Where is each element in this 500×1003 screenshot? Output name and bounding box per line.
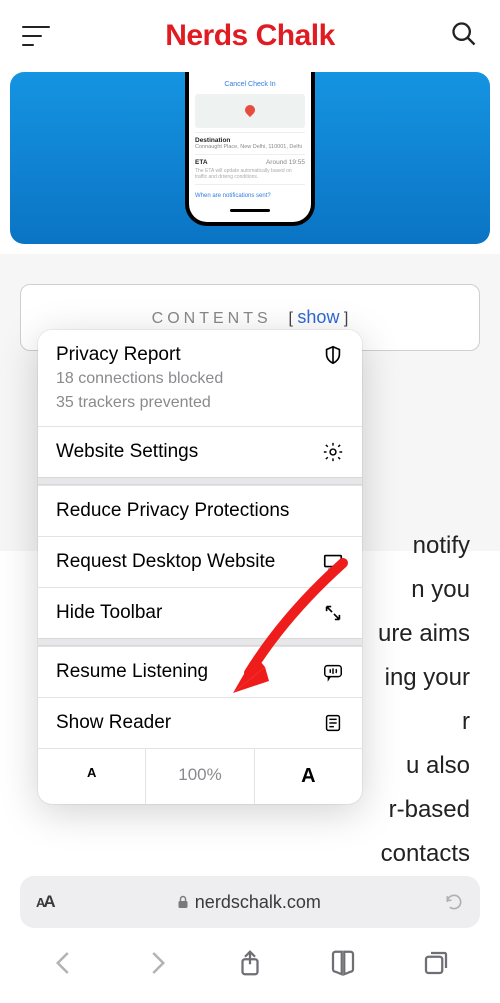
request-desktop-label: Request Desktop Website <box>56 551 275 573</box>
page-format-button[interactable]: AA <box>36 892 54 912</box>
website-settings-item[interactable]: Website Settings <box>38 426 362 477</box>
phone-dest-addr: Connaught Place, New Delhi, 110001, Delh… <box>195 144 305 150</box>
gear-icon <box>322 441 344 463</box>
text-size-increase[interactable]: A <box>255 749 362 804</box>
website-settings-label: Website Settings <box>56 441 198 463</box>
reduce-privacy-label: Reduce Privacy Protections <box>56 500 289 522</box>
hide-toolbar-item[interactable]: Hide Toolbar <box>38 587 362 638</box>
safari-address-bar[interactable]: AA nerdschalk.com <box>20 876 480 928</box>
lock-icon <box>177 895 189 909</box>
hide-toolbar-label: Hide Toolbar <box>56 602 162 624</box>
privacy-report-line1: 18 connections blocked <box>56 368 344 390</box>
privacy-report-title: Privacy Report <box>56 344 181 366</box>
privacy-report-item[interactable]: Privacy Report 18 connections blocked 35… <box>38 330 362 426</box>
resume-listening-item[interactable]: Resume Listening <box>38 646 362 697</box>
text-size-row: A 100% A <box>38 748 362 804</box>
phone-notif-link: When are notifications sent? <box>195 189 305 199</box>
request-desktop-item[interactable]: Request Desktop Website <box>38 536 362 587</box>
phone-dest-label: Destination <box>195 137 305 144</box>
hero-banner: Cancel Check In Destination Connaught Pl… <box>10 72 490 244</box>
reload-icon[interactable] <box>444 892 464 912</box>
expand-icon <box>322 602 344 624</box>
safari-page-menu: Privacy Report 18 connections blocked 35… <box>38 330 362 804</box>
site-logo[interactable]: Nerds Chalk <box>165 19 335 53</box>
phone-map <box>195 94 305 128</box>
phone-mockup: Cancel Check In Destination Connaught Pl… <box>185 72 315 226</box>
phone-cancel: Cancel Check In <box>195 78 305 94</box>
resume-listening-label: Resume Listening <box>56 661 208 683</box>
phone-eta-label: ETA <box>195 159 208 166</box>
shield-icon <box>322 344 344 366</box>
share-button[interactable] <box>235 948 265 978</box>
address-domain: nerdschalk.com <box>195 892 321 913</box>
speech-audio-icon <box>322 661 344 683</box>
bookmarks-button[interactable] <box>328 948 358 978</box>
menu-icon[interactable] <box>22 26 50 46</box>
contents-label: CONTENTS <box>152 310 272 327</box>
show-reader-label: Show Reader <box>56 712 171 734</box>
tabs-button[interactable] <box>421 948 451 978</box>
phone-eta-time: Around 19:55 <box>266 159 305 166</box>
text-size-decrease[interactable]: A <box>38 749 146 804</box>
text-size-value[interactable]: 100% <box>146 749 254 804</box>
site-header: Nerds Chalk <box>0 0 500 72</box>
reader-icon <box>322 712 344 734</box>
privacy-report-line2: 35 trackers prevented <box>56 392 344 414</box>
safari-toolbar <box>0 933 500 1003</box>
reduce-privacy-item[interactable]: Reduce Privacy Protections <box>38 485 362 536</box>
forward-button <box>142 948 172 978</box>
search-icon[interactable] <box>450 20 478 53</box>
back-button[interactable] <box>49 948 79 978</box>
phone-eta-sub: The ETA will update automatically based … <box>195 168 305 180</box>
contents-show-link[interactable]: show <box>297 307 339 327</box>
show-reader-item[interactable]: Show Reader <box>38 697 362 748</box>
desktop-icon <box>322 551 344 573</box>
